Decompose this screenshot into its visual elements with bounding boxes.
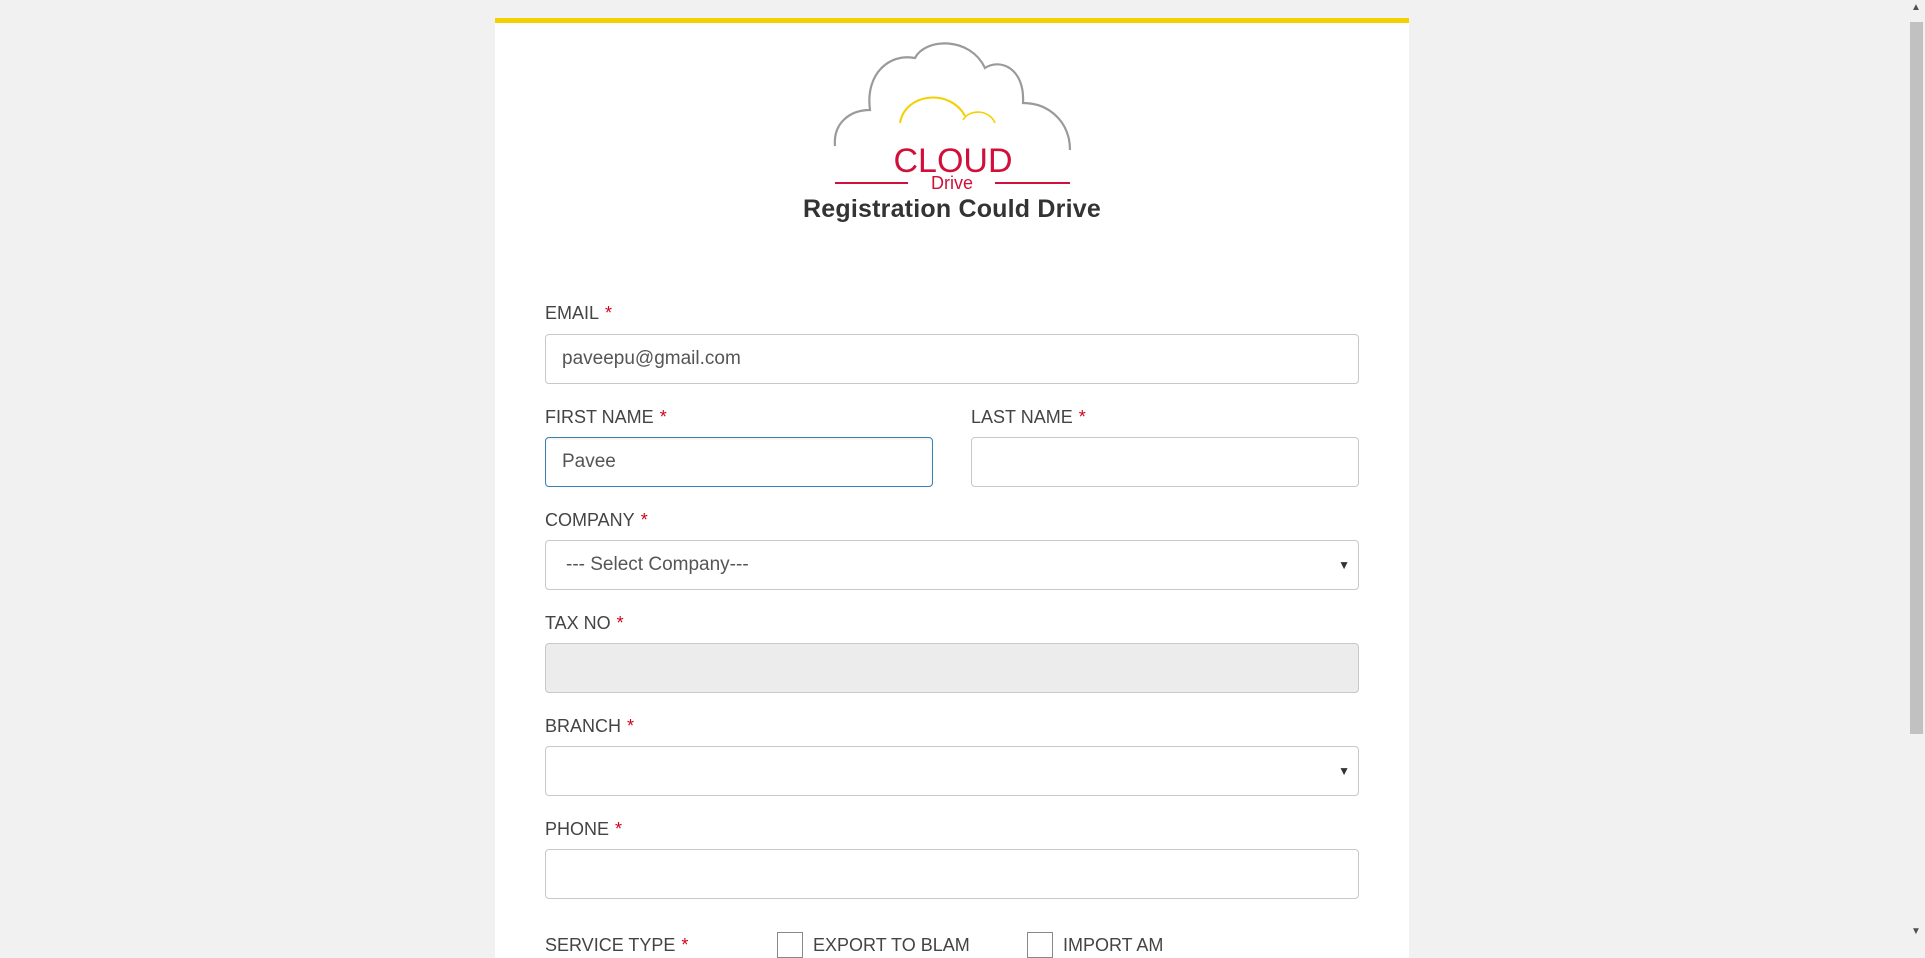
service-type-label-text: SERVICE TYPE (545, 935, 676, 955)
required-mark: * (615, 819, 623, 839)
required-mark: * (605, 303, 613, 323)
arrow-up-icon[interactable]: ▲ (1911, 2, 1921, 13)
company-select[interactable]: --- Select Company--- ▼ (545, 540, 1359, 590)
export-option-label: EXPORT TO BLAM (813, 935, 970, 955)
tax-no-field (545, 643, 1359, 693)
required-mark: * (659, 407, 667, 427)
first-name-label: FIRST NAME * (545, 407, 667, 428)
first-name-label-text: FIRST NAME (545, 407, 654, 427)
last-name-field[interactable] (971, 437, 1359, 487)
phone-label: PHONE * (545, 819, 622, 840)
chevron-down-icon: ▼ (1338, 764, 1350, 778)
required-mark: * (681, 935, 689, 955)
first-name-field[interactable] (545, 437, 933, 487)
last-name-label-text: LAST NAME (971, 407, 1073, 427)
branch-label: BRANCH * (545, 716, 634, 737)
phone-label-text: PHONE (545, 819, 610, 839)
branch-label-text: BRANCH (545, 716, 622, 736)
import-option-label: IMPORT AM (1063, 935, 1164, 955)
required-mark: * (640, 510, 648, 530)
company-selected-value: --- Select Company--- (566, 554, 749, 575)
import-checkbox[interactable] (1027, 932, 1053, 958)
email-field[interactable] (545, 334, 1359, 384)
branch-select[interactable]: ▼ (545, 746, 1359, 796)
tax-no-label: TAX NO * (545, 613, 624, 634)
email-label: EMAIL * (545, 303, 612, 324)
tax-no-label-text: TAX NO (545, 613, 611, 633)
page-title: Registration Could Drive (803, 195, 1101, 223)
phone-field[interactable] (545, 849, 1359, 899)
registration-card: CLOUD Drive Registration Could Drive EMA… (495, 18, 1409, 958)
required-mark: * (616, 613, 624, 633)
svg-text:Drive: Drive (931, 173, 973, 193)
email-label-text: EMAIL (545, 303, 600, 323)
export-checkbox[interactable] (777, 932, 803, 958)
vertical-scrollbar[interactable]: ▲ ▼ (1908, 0, 1925, 939)
required-mark: * (627, 716, 635, 736)
scroll-thumb[interactable] (1910, 22, 1923, 734)
company-label: COMPANY * (545, 510, 648, 531)
required-mark: * (1078, 407, 1086, 427)
cloud-drive-logo: CLOUD Drive (833, 42, 1072, 193)
last-name-label: LAST NAME * (971, 407, 1086, 428)
service-type-label: SERVICE TYPE * (545, 935, 688, 956)
arrow-down-icon[interactable]: ▼ (1911, 926, 1921, 937)
chevron-down-icon: ▼ (1338, 558, 1350, 572)
company-label-text: COMPANY (545, 510, 635, 530)
